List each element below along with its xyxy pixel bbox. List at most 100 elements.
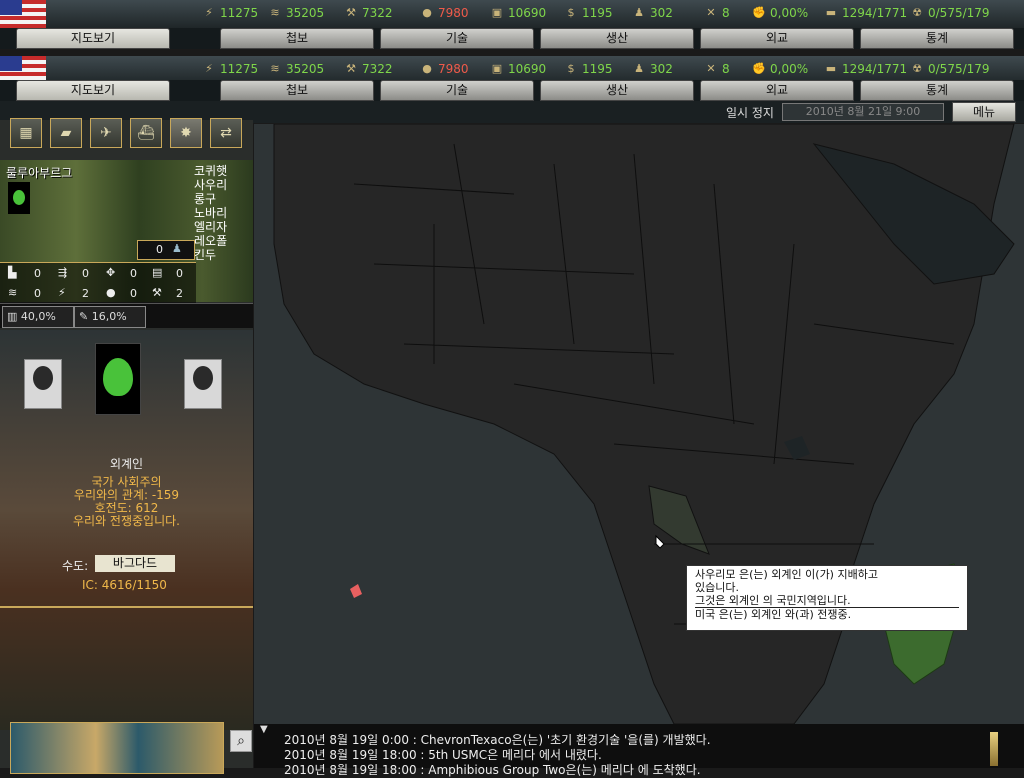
fort-icon: ▤ [152, 266, 163, 279]
energy-icon: ⚡ [205, 6, 213, 19]
resource-metal[interactable]: ≋ 35205 [268, 62, 324, 76]
tab-row: 지도보기 첩보 기술 생산 외교 통계 [0, 80, 1024, 101]
resource-supplies[interactable]: ▣ 10690 [490, 62, 546, 76]
manpower-box: 0 ♟ [137, 240, 195, 260]
supplies-icon: ▣ [491, 6, 503, 19]
zoom-button[interactable]: ⌕ [230, 730, 252, 752]
rare-materials-icon: ⚒ [346, 62, 356, 75]
dissent-icon: ✊ [752, 62, 766, 75]
plane-icon: ✈ [100, 125, 112, 141]
owner-alien-icon [8, 182, 30, 214]
tab-map-ghost[interactable]: 지도보기 [16, 28, 170, 49]
nukes-icon: ☢ [912, 6, 922, 19]
money-icon: $ [567, 6, 575, 19]
log-entry: 2010년 8월 19일 18:00 : Amphibious Group Tw… [284, 763, 701, 777]
head-of-state-portrait[interactable] [24, 359, 62, 409]
country-name: 외계인 [109, 457, 144, 471]
resource-convoy[interactable]: ▬ 1294/1771 [824, 62, 907, 76]
alien-leader-portrait[interactable] [95, 343, 141, 415]
metal-icon: ≋ [8, 286, 18, 299]
pause-label[interactable]: 일시 정지 [726, 104, 774, 121]
rare-materials-icon: ⚒ [152, 286, 162, 299]
resource-supplies: ▣ 10690 [491, 6, 547, 20]
resource-metal: ≋ 35205 [268, 6, 324, 20]
resource-oil[interactable]: ● 7980 [420, 62, 468, 76]
resource-transport: ✕ 8 [704, 6, 729, 20]
dissent-icon: ✊ [752, 6, 766, 19]
minister-button[interactable]: ⇄ [210, 118, 242, 148]
land-map-button[interactable]: ▦ [10, 118, 42, 148]
explosion-icon: ✸ [180, 125, 192, 141]
tab-diplomacy[interactable]: 외교 [700, 80, 854, 101]
resource-dissent[interactable]: ✊ 0,00% [752, 62, 808, 76]
tab-tech-ghost[interactable]: 기술 [380, 28, 534, 49]
tank-button[interactable]: ▰ [50, 118, 82, 148]
capital-label: 수도: [62, 559, 89, 573]
wrench-icon: ✎ [79, 310, 92, 323]
resource-nukes[interactable]: ☢ 0/575/179 [910, 62, 989, 76]
world-map[interactable] [254, 124, 1024, 724]
head-of-government-portrait[interactable] [184, 359, 222, 409]
tooltip-line: 사우리모 은(는) 외계인 이(가) 지배하고 [695, 568, 878, 581]
game-date: 2010년 8월 21일 9:00 [782, 103, 944, 121]
aa-icon: ✥ [106, 266, 116, 279]
map-svg[interactable] [254, 124, 1024, 724]
log-scroll-up-icon[interactable]: ▼ [260, 724, 268, 735]
menu-button[interactable]: 메뉴 [952, 102, 1016, 122]
terrain-item[interactable]: 롱구 [194, 192, 252, 206]
minimap[interactable] [10, 722, 224, 774]
oil-icon: ● [106, 286, 116, 299]
terrain-item[interactable]: 엘리자 [194, 220, 252, 234]
attribute-2[interactable]: ✎ 16,0% [74, 306, 146, 328]
resource-rare[interactable]: ⚒ 7322 [344, 62, 392, 76]
resource-money: $1195 [564, 6, 613, 20]
convoy-icon: ▬ [825, 62, 837, 75]
money-icon: $ [567, 62, 575, 75]
energy-icon: ⚡ [58, 286, 66, 299]
industry-icon: ▙ [8, 266, 17, 279]
tab-production-ghost[interactable]: 생산 [540, 28, 694, 49]
terrain-item[interactable]: 레오폴 [194, 234, 252, 248]
capital-value[interactable]: 바그다드 [95, 555, 175, 572]
tab-statistics-ghost[interactable]: 통계 [860, 28, 1014, 49]
terrain-item[interactable]: 사우리 [194, 178, 252, 192]
tab-diplomacy-ghost[interactable]: 외교 [700, 28, 854, 49]
event-log[interactable]: ▼ 2010년 8월 19일 0:00 : ChevronTexaco은(는) … [254, 724, 1024, 777]
resource-energy: ⚡ 11275 [202, 6, 258, 20]
supplies-icon: ▣ [491, 62, 503, 75]
tab-intel[interactable]: 첩보 [220, 80, 374, 101]
terrain-item[interactable]: 코퀴햇 [194, 164, 252, 178]
resource-energy[interactable]: ⚡ 11275 [202, 62, 258, 76]
log-scrollbar[interactable] [990, 732, 998, 766]
tab-row-ghost: 지도보기 첩보 기술 생산 외교 통계 [0, 28, 1024, 49]
ship-button[interactable]: ⛴ [130, 118, 162, 148]
minister-icon: ⇄ [220, 125, 232, 141]
manpower-icon: ♟ [172, 242, 182, 255]
resource-money[interactable]: $1195 [564, 62, 613, 76]
resource-convoy: ▬ 1294/1771 [825, 6, 908, 20]
explosion-button[interactable]: ✸ [170, 118, 202, 148]
divider [0, 606, 253, 608]
metal-icon: ≋ [270, 62, 280, 75]
resource-transport[interactable]: ✕ 8 [704, 62, 729, 76]
tooltip-line: 있습니다. [695, 581, 739, 594]
tab-tech[interactable]: 기술 [380, 80, 534, 101]
transport-icon: ✕ [706, 6, 716, 19]
terrain-item[interactable]: 노바리 [194, 206, 252, 220]
tab-intel-ghost[interactable]: 첩보 [220, 28, 374, 49]
tab-map[interactable]: 지도보기 [16, 80, 170, 101]
attribute-1[interactable]: ▥ 40,0% [2, 306, 74, 328]
tooltip-line: 그것은 외계인 의 국민지역입니다. [695, 594, 959, 608]
resource-manpower: ♟ 302 [632, 6, 673, 20]
convoy-icon: ▬ [825, 6, 837, 19]
tab-statistics[interactable]: 통계 [860, 80, 1014, 101]
usa-flag [0, 0, 46, 28]
terrain-item[interactable]: 킨두 [194, 248, 252, 262]
plane-button[interactable]: ✈ [90, 118, 122, 148]
province-name: 룰루아부르그 [6, 166, 73, 180]
resource-manpower[interactable]: ♟ 302 [632, 62, 673, 76]
tab-production[interactable]: 생산 [540, 80, 694, 101]
tank-icon: ▰ [60, 125, 72, 141]
manpower-icon: ♟ [634, 62, 644, 75]
industrial-capacity: IC: 4616/1150 [82, 578, 167, 592]
